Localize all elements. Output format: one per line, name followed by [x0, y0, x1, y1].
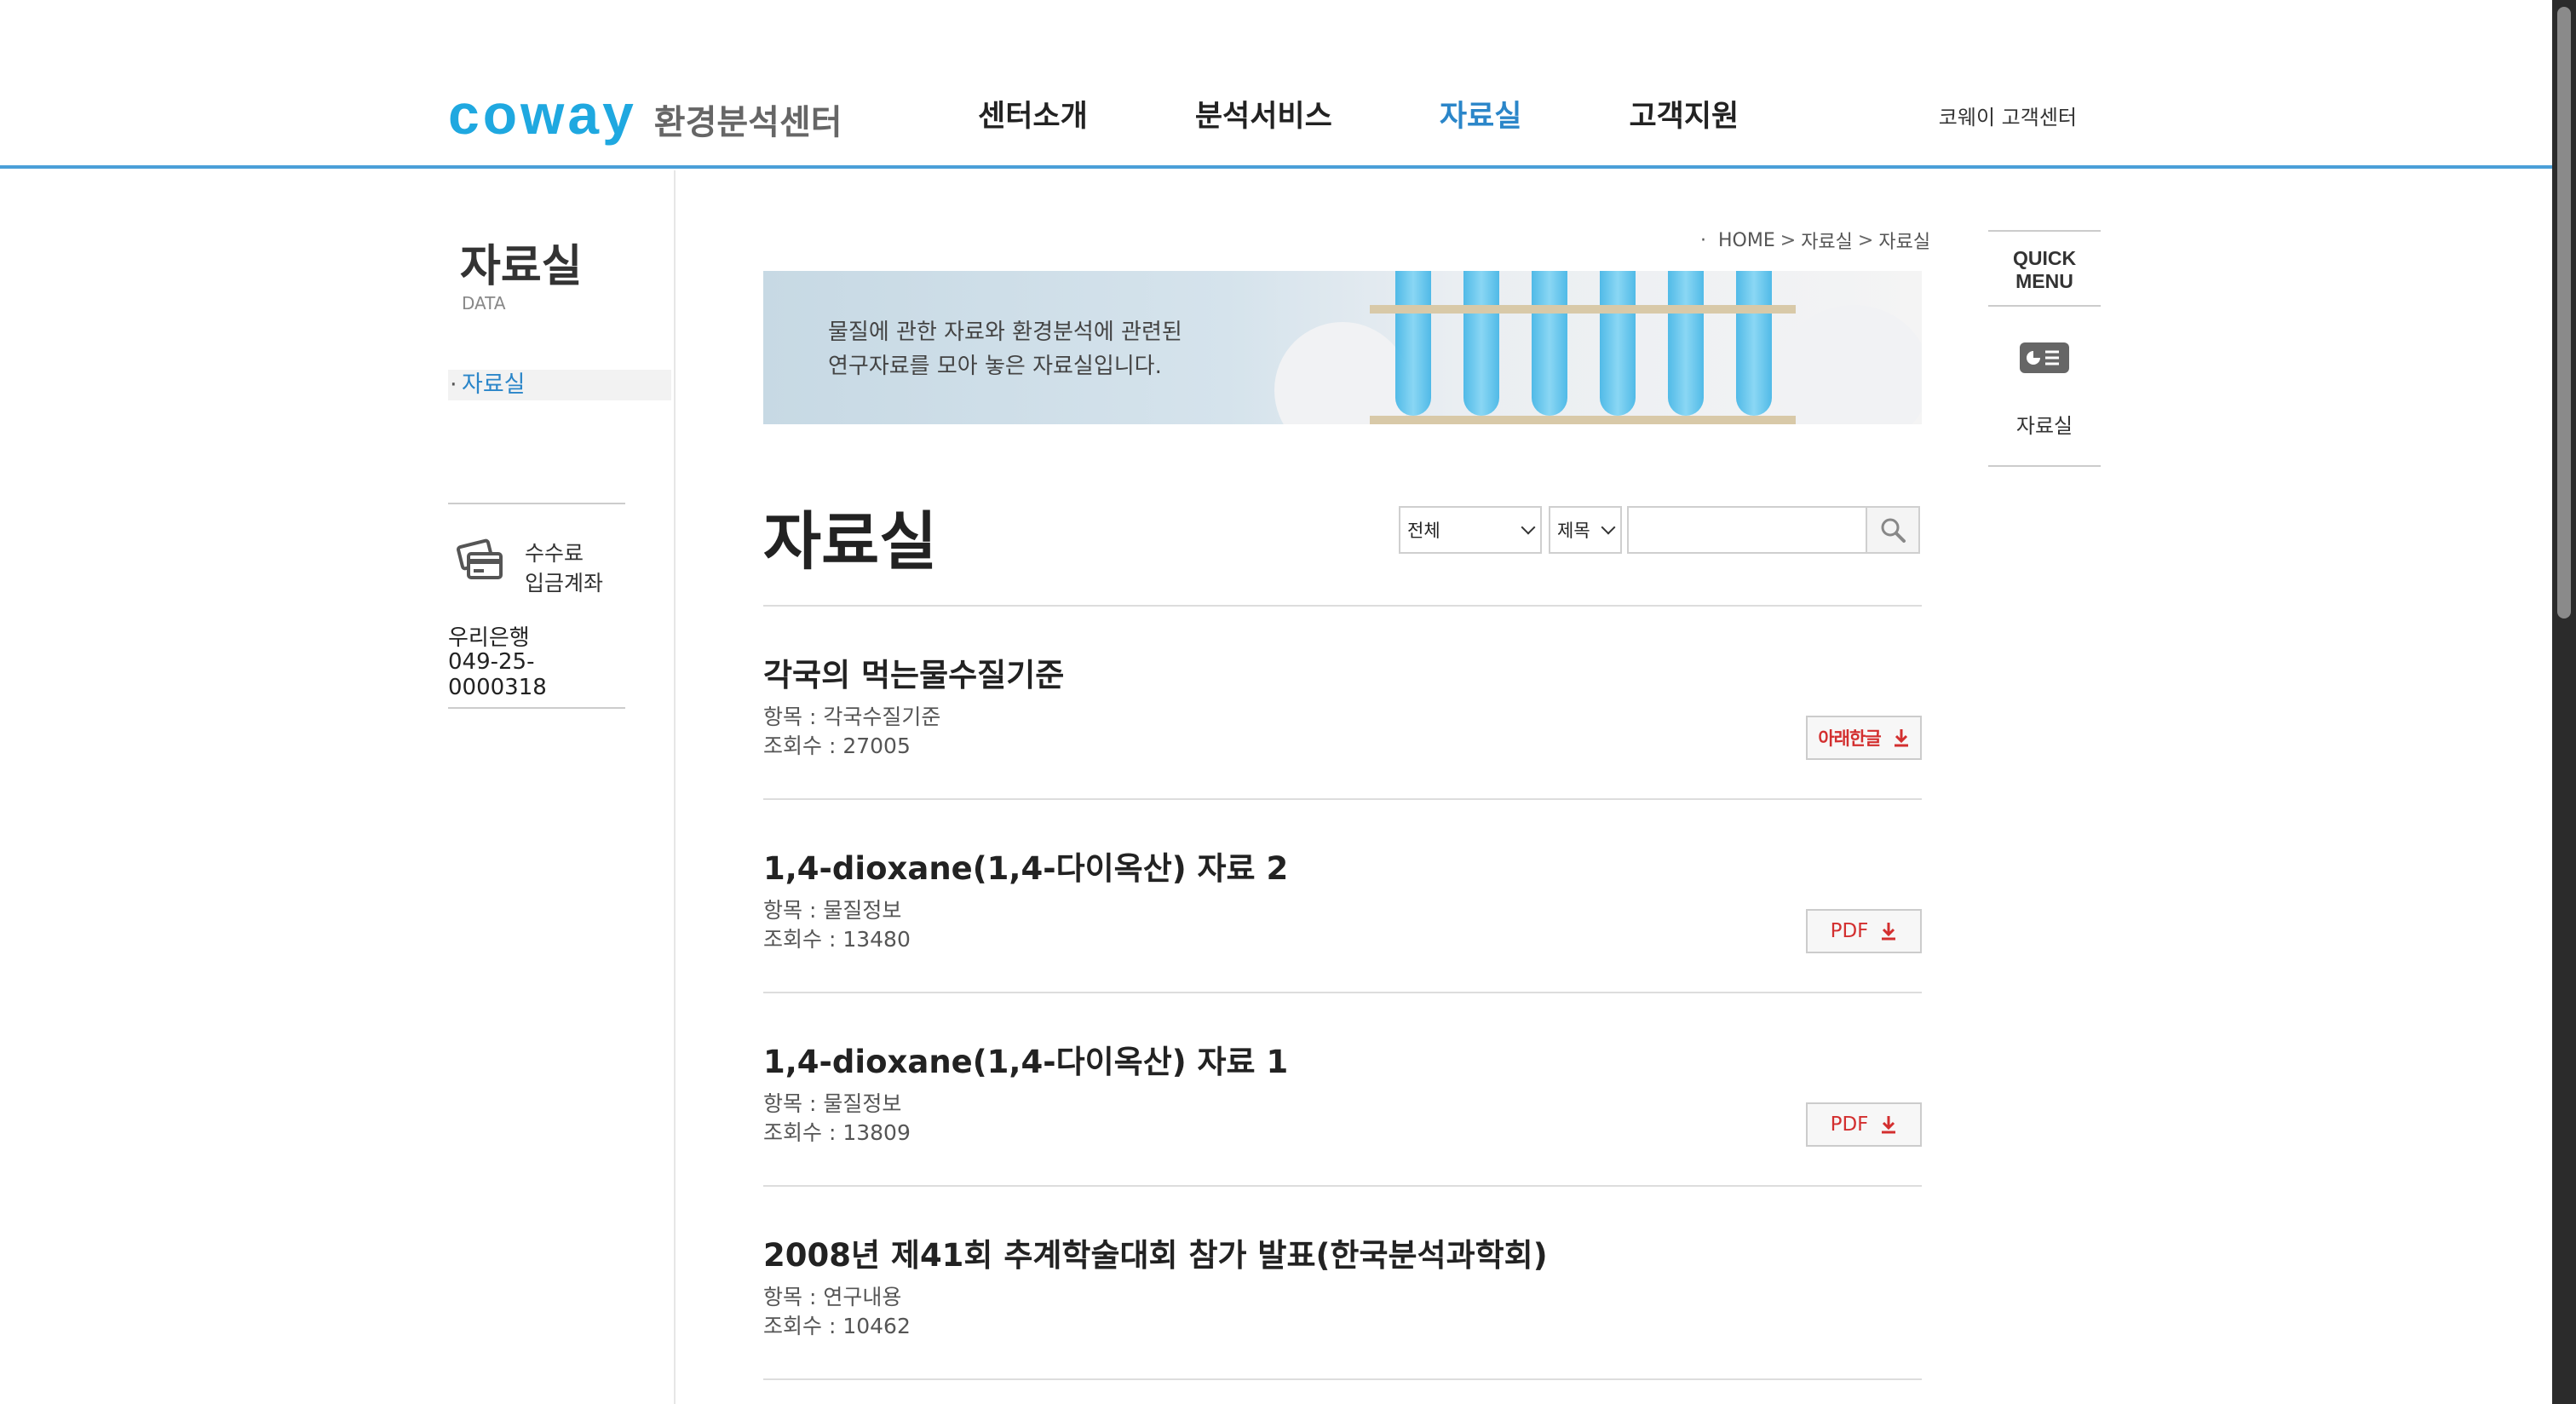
quick-menu-header: QUICK MENU: [1988, 232, 2101, 307]
download-type-label: PDF: [1830, 920, 1869, 942]
chevron-right-icon: >: [1780, 229, 1797, 251]
bank-account-box: 수수료 입금계좌 우리은행 049-25-0000318: [448, 503, 625, 709]
breadcrumb: · HOME > 자료실 > 자료실: [1700, 227, 1930, 254]
list-item-title[interactable]: 1,4-dioxane(1,4-다이옥산) 자료 1: [763, 1036, 1288, 1082]
nav-data-room[interactable]: 자료실: [1440, 92, 1522, 135]
test-tube-rack-image: [1370, 271, 1796, 424]
breadcrumb-level2[interactable]: 자료실: [1878, 227, 1930, 254]
field-select[interactable]: 제목: [1549, 506, 1622, 554]
chevron-right-icon: >: [1857, 229, 1874, 251]
data-list: 각국의 먹는물수질기준 항목 : 각국수질기준 조회수 : 27005 아래한글…: [763, 605, 1922, 1380]
nav-center-intro[interactable]: 센터소개: [978, 92, 1088, 135]
page-banner: 물질에 관한 자료와 환경분석에 관련된 연구자료를 모아 놓은 자료실입니다.: [763, 271, 1922, 424]
site-logo[interactable]: coway 환경분석센터: [448, 82, 842, 147]
download-icon: [1882, 923, 1896, 941]
scrollbar-thumb[interactable]: [2557, 7, 2571, 619]
customer-center-link[interactable]: 코웨이 고객센터: [1939, 101, 2077, 130]
list-item-views: 조회수 : 13480: [763, 927, 911, 952]
quick-menu-head-2: MENU: [2015, 270, 2073, 292]
list-item-title[interactable]: 1,4-dioxane(1,4-다이옥산) 자료 2: [763, 843, 1288, 889]
download-icon: [1894, 729, 1908, 747]
list-item: 1,4-dioxane(1,4-다이옥산) 자료 2 항목 : 물질정보 조회수…: [763, 800, 1922, 993]
breadcrumb-bullet: ·: [1700, 229, 1706, 251]
site-header: coway 환경분석센터 센터소개 분석서비스 자료실 고객지원 코웨이 고객센…: [0, 0, 2552, 169]
list-item: 1,4-dioxane(1,4-다이옥산) 자료 1 항목 : 물질정보 조회수…: [763, 993, 1922, 1187]
list-icon: [2027, 350, 2059, 365]
main-nav: 센터소개 분석서비스 자료실 고객지원: [978, 92, 1846, 135]
list-item-views: 조회수 : 27005: [763, 734, 911, 758]
banner-text: 물질에 관한 자료와 환경분석에 관련된 연구자료를 모아 놓은 자료실입니다.: [828, 315, 1182, 383]
list-item-title[interactable]: 2008년 제41회 추계학술대회 참가 발표(한국분석과학회): [763, 1229, 1548, 1275]
list-item-views: 조회수 : 10462: [763, 1314, 911, 1338]
sidebar-subtitle: DATA: [462, 293, 506, 314]
download-icon: [1882, 1116, 1896, 1134]
download-button[interactable]: 아래한글: [1806, 716, 1922, 760]
logo-mark: coway: [448, 83, 637, 146]
list-item-category: 항목 : 물질정보: [763, 898, 902, 923]
quick-menu-item-data-room[interactable]: 자료실: [1988, 409, 2101, 439]
list-item-views: 조회수 : 13809: [763, 1120, 911, 1145]
list-item-category: 항목 : 물질정보: [763, 1091, 902, 1116]
list-item: 2008년 제41회 추계학술대회 참가 발표(한국분석과학회) 항목 : 연구…: [763, 1187, 1922, 1380]
list-item-category: 항목 : 연구내용: [763, 1285, 902, 1309]
nav-customer-support[interactable]: 고객지원: [1629, 92, 1739, 135]
category-select-value: 전체: [1407, 521, 1440, 541]
list-item-title[interactable]: 각국의 먹는물수질기준: [763, 649, 1064, 695]
banner-line-1: 물질에 관한 자료와 환경분석에 관련된: [828, 319, 1182, 345]
credit-card-icon: [457, 538, 503, 579]
sidebar-divider: [674, 170, 676, 1404]
search-input[interactable]: [1627, 506, 1866, 554]
sidebar-item-data-room[interactable]: 자료실: [448, 370, 671, 400]
account-label: 입금계좌: [525, 571, 604, 596]
glove-image: [1777, 305, 1922, 424]
search-bar: 전체 제목: [1399, 506, 1920, 554]
fee-account-label: 수수료 입금계좌: [525, 538, 603, 598]
chevron-down-icon: [1601, 520, 1616, 535]
download-button[interactable]: PDF: [1806, 909, 1922, 953]
category-select[interactable]: 전체: [1399, 506, 1542, 554]
logo-subtitle: 환경분석센터: [653, 103, 842, 142]
quick-menu-head-1: QUICK: [2012, 247, 2077, 269]
sidebar-title: 자료실: [460, 241, 583, 292]
list-item-category: 항목 : 각국수질기준: [763, 705, 941, 729]
bank-name: 우리은행: [448, 625, 530, 651]
download-type-label: PDF: [1830, 1113, 1869, 1136]
download-type-label: 아래한글: [1818, 728, 1881, 749]
breadcrumb-home[interactable]: HOME: [1718, 230, 1775, 251]
scrollbar[interactable]: [2552, 0, 2576, 1404]
nav-analysis-service[interactable]: 분석서비스: [1195, 92, 1332, 135]
search-button[interactable]: [1866, 506, 1920, 554]
breadcrumb-level1[interactable]: 자료실: [1801, 227, 1853, 254]
search-icon: [1881, 518, 1906, 543]
field-select-value: 제목: [1557, 521, 1590, 541]
download-button[interactable]: PDF: [1806, 1102, 1922, 1147]
fee-label: 수수료: [525, 541, 584, 566]
list-item: 각국의 먹는물수질기준 항목 : 각국수질기준 조회수 : 27005 아래한글: [763, 607, 1922, 800]
page-title: 자료실: [763, 505, 938, 578]
chevron-down-icon: [1521, 520, 1536, 535]
account-number: 049-25-0000318: [448, 649, 547, 700]
banner-line-2: 연구자료를 모아 놓은 자료실입니다.: [828, 354, 1162, 379]
data-room-icon[interactable]: [2020, 342, 2069, 373]
quick-menu: QUICK MENU 자료실: [1988, 230, 2101, 467]
